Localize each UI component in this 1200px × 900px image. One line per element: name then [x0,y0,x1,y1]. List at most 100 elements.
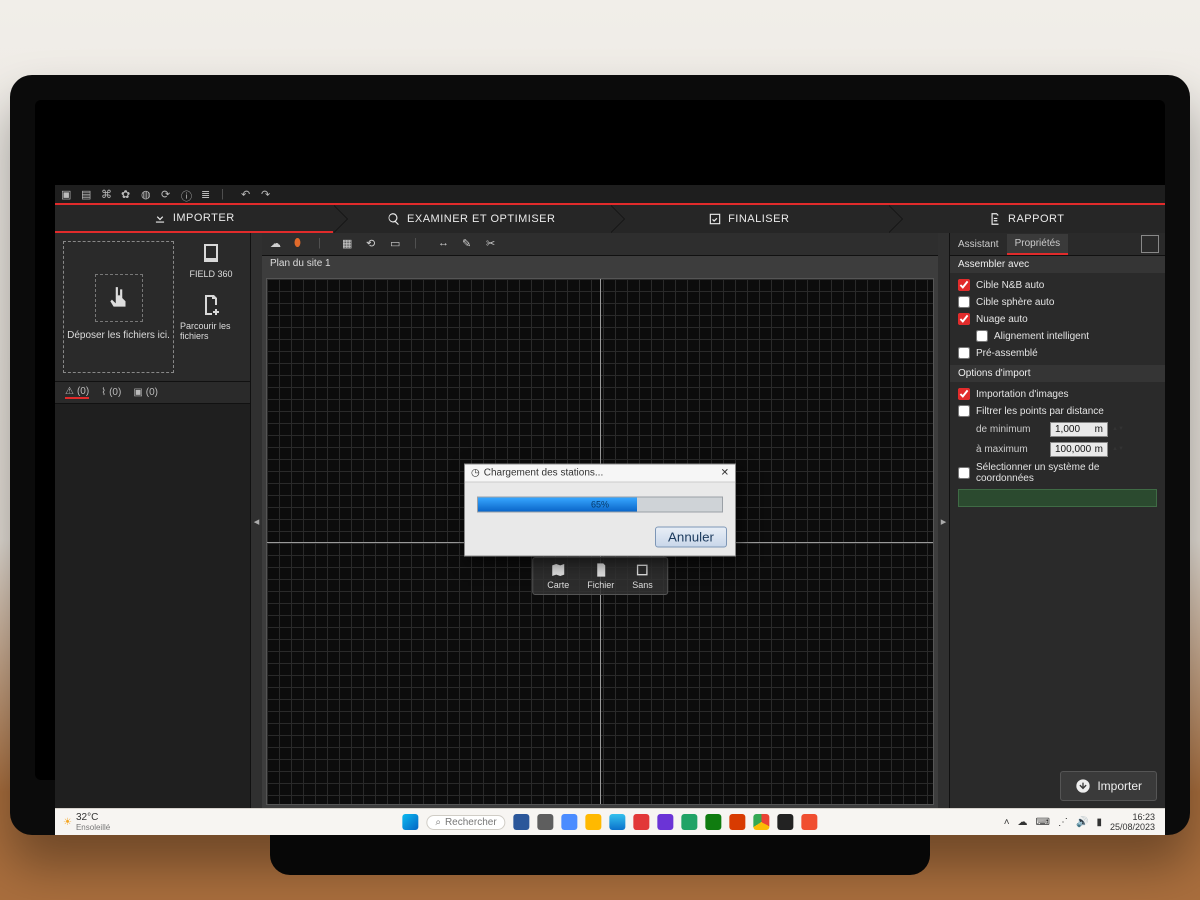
counter-box[interactable]: ▣(0) [133,387,158,398]
tab-proprietes[interactable]: Propriétés [1007,234,1069,255]
dialog-close-button[interactable]: ✕ [721,468,729,479]
tool-cube-icon[interactable]: ▦ [342,237,356,251]
browse-label: Parcourir les fichiers [180,321,242,341]
taskbar-app-8[interactable] [706,814,722,830]
taskbar-app-7[interactable] [682,814,698,830]
row-min-distance: de minimum 1,000m ▲▼ [958,422,1157,437]
file-drop-zone[interactable]: Déposer les fichiers ici. [63,241,174,373]
checkbox[interactable] [958,388,970,400]
unit-label: m [1095,444,1103,455]
qa-redo-icon[interactable]: ↷ [261,188,273,200]
tool-measure-icon[interactable]: ↔ [438,237,452,251]
qa-open-icon[interactable]: ▤ [81,188,93,200]
checkbox[interactable] [958,347,970,359]
tray-volume-icon[interactable]: 🔊 [1076,817,1088,828]
field360-button[interactable]: FIELD 360 [189,241,232,279]
counter-warn[interactable]: ⚠(0) [65,386,89,399]
spinner-icon[interactable]: ▲▼ [1112,447,1122,452]
start-button[interactable] [402,814,418,830]
chk-cible-nb[interactable]: Cible N&B auto [958,279,1157,291]
min-distance-input[interactable]: 1,000m [1050,422,1108,437]
checkbox[interactable] [976,330,988,342]
import-options: Importation d'images Filtrer les points … [950,382,1165,513]
mini-sans[interactable]: Sans [632,562,653,590]
taskbar-app-2[interactable] [538,814,554,830]
step-rapport[interactable]: RAPPORT [888,205,1166,233]
taskbar-chrome[interactable] [754,814,770,830]
step-examiner[interactable]: EXAMINER ET OPTIMISER [333,205,611,233]
taskbar-app-11[interactable] [802,814,818,830]
taskbar-app-6[interactable] [658,814,674,830]
panel-detach-icon[interactable] [1141,235,1159,253]
left-collapse-handle[interactable]: ◂ [251,233,262,809]
tray-cloud-icon[interactable]: ☁ [1018,817,1028,828]
chk-label: Filtrer les points par distance [976,406,1104,417]
chk-cible-sphere[interactable]: Cible sphère auto [958,296,1157,308]
checkbox[interactable] [958,296,970,308]
taskbar-app-5[interactable] [634,814,650,830]
import-button-label: Importer [1097,779,1142,793]
grid-canvas[interactable]: Carte Fichier Sans [266,278,934,805]
tray-lang-icon[interactable]: ⌨ [1036,817,1050,828]
browse-files-button[interactable]: Parcourir les fichiers [180,293,242,341]
tool-tag-icon[interactable]: ✎ [462,237,476,251]
qa-disc-icon[interactable]: ◍ [141,188,153,200]
import-button[interactable]: Importer [1060,771,1157,801]
right-collapse-handle[interactable]: ▸ [938,233,949,809]
tool-rotate-icon[interactable]: ⟲ [366,237,380,251]
chk-preassemble[interactable]: Pré-assemblé [958,347,1157,359]
dialog-titlebar: ◷ Chargement des stations... ✕ [465,465,735,483]
taskbar-app-3[interactable] [562,814,578,830]
taskbar-app-1[interactable] [514,814,530,830]
counter-link[interactable]: ⌇(0) [101,387,121,398]
max-distance-input[interactable]: 100,000m [1050,442,1108,457]
mini-carte[interactable]: Carte [547,562,569,590]
tray-battery-icon[interactable]: ▮ [1096,817,1102,828]
checkbox[interactable] [958,467,970,479]
taskbar-weather[interactable]: ☀ 32°C Ensoleillé [55,812,118,832]
taskbar-app-9[interactable] [730,814,746,830]
tool-cloud-icon[interactable]: ☁ [270,237,284,251]
chk-label: Pré-assemblé [976,348,1038,359]
dialog-actions: Annuler [465,521,735,556]
tab-assistant[interactable]: Assistant [950,235,1007,254]
tray-wifi-icon[interactable]: ⋰ [1058,817,1068,828]
qa-save-icon[interactable]: ⌘ [101,188,113,200]
step-finaliser[interactable]: FINALISER [610,205,888,233]
chk-label: Importation d'images [976,389,1069,400]
cancel-button[interactable]: Annuler [655,527,727,548]
step-importer[interactable]: IMPORTER [55,205,333,233]
taskbar-search[interactable]: ⌕Rechercher [426,815,505,830]
coord-system-select[interactable] [958,489,1157,507]
taskbar-edge[interactable] [610,814,626,830]
checkbox[interactable] [958,405,970,417]
tool-pano-icon[interactable]: ⬮ [294,237,308,251]
qa-layers-icon[interactable]: ≣ [201,188,213,200]
checkbox[interactable] [958,313,970,325]
qa-new-icon[interactable]: ▣ [61,188,73,200]
assembler-options: Cible N&B auto Cible sphère auto Nuage a… [950,273,1165,365]
step-label: FINALISER [728,213,789,225]
tool-wrench-icon[interactable]: ✂ [486,237,500,251]
taskbar-center: ⌕Rechercher [402,814,817,830]
canvas-toolbar: ☁ ⬮ | ▦ ⟲ ▭ | ↔ ✎ ✂ [262,233,938,256]
chk-alignement[interactable]: Alignement intelligent [958,330,1157,342]
taskbar-app-10[interactable] [778,814,794,830]
qa-refresh-icon[interactable]: ⟳ [161,188,173,200]
chk-select-coord-system[interactable]: Sélectionner un système de coordonnées [958,462,1157,484]
chk-filtrer-distance[interactable]: Filtrer les points par distance [958,405,1157,417]
qa-settings-icon[interactable]: ✿ [121,188,133,200]
chk-nuage[interactable]: Nuage auto [958,313,1157,325]
tool-select-icon[interactable]: ▭ [390,237,404,251]
sun-icon: ☀ [63,817,72,828]
chk-import-images[interactable]: Importation d'images [958,388,1157,400]
spinner-icon[interactable]: ▲▼ [1112,427,1122,432]
checkbox[interactable] [958,279,970,291]
qa-undo-icon[interactable]: ↶ [241,188,253,200]
laptop-body: MSI ◳ Cyclone REGISTER 360 (BLK Edition)… [10,75,1190,835]
qa-info-icon[interactable]: ⓘ [181,188,193,200]
taskbar-clock[interactable]: 16:23 25/08/2023 [1110,812,1155,832]
mini-fichier[interactable]: Fichier [587,562,614,590]
taskbar-app-4[interactable] [586,814,602,830]
tray-chevron-icon[interactable]: ˄ [1004,817,1010,828]
